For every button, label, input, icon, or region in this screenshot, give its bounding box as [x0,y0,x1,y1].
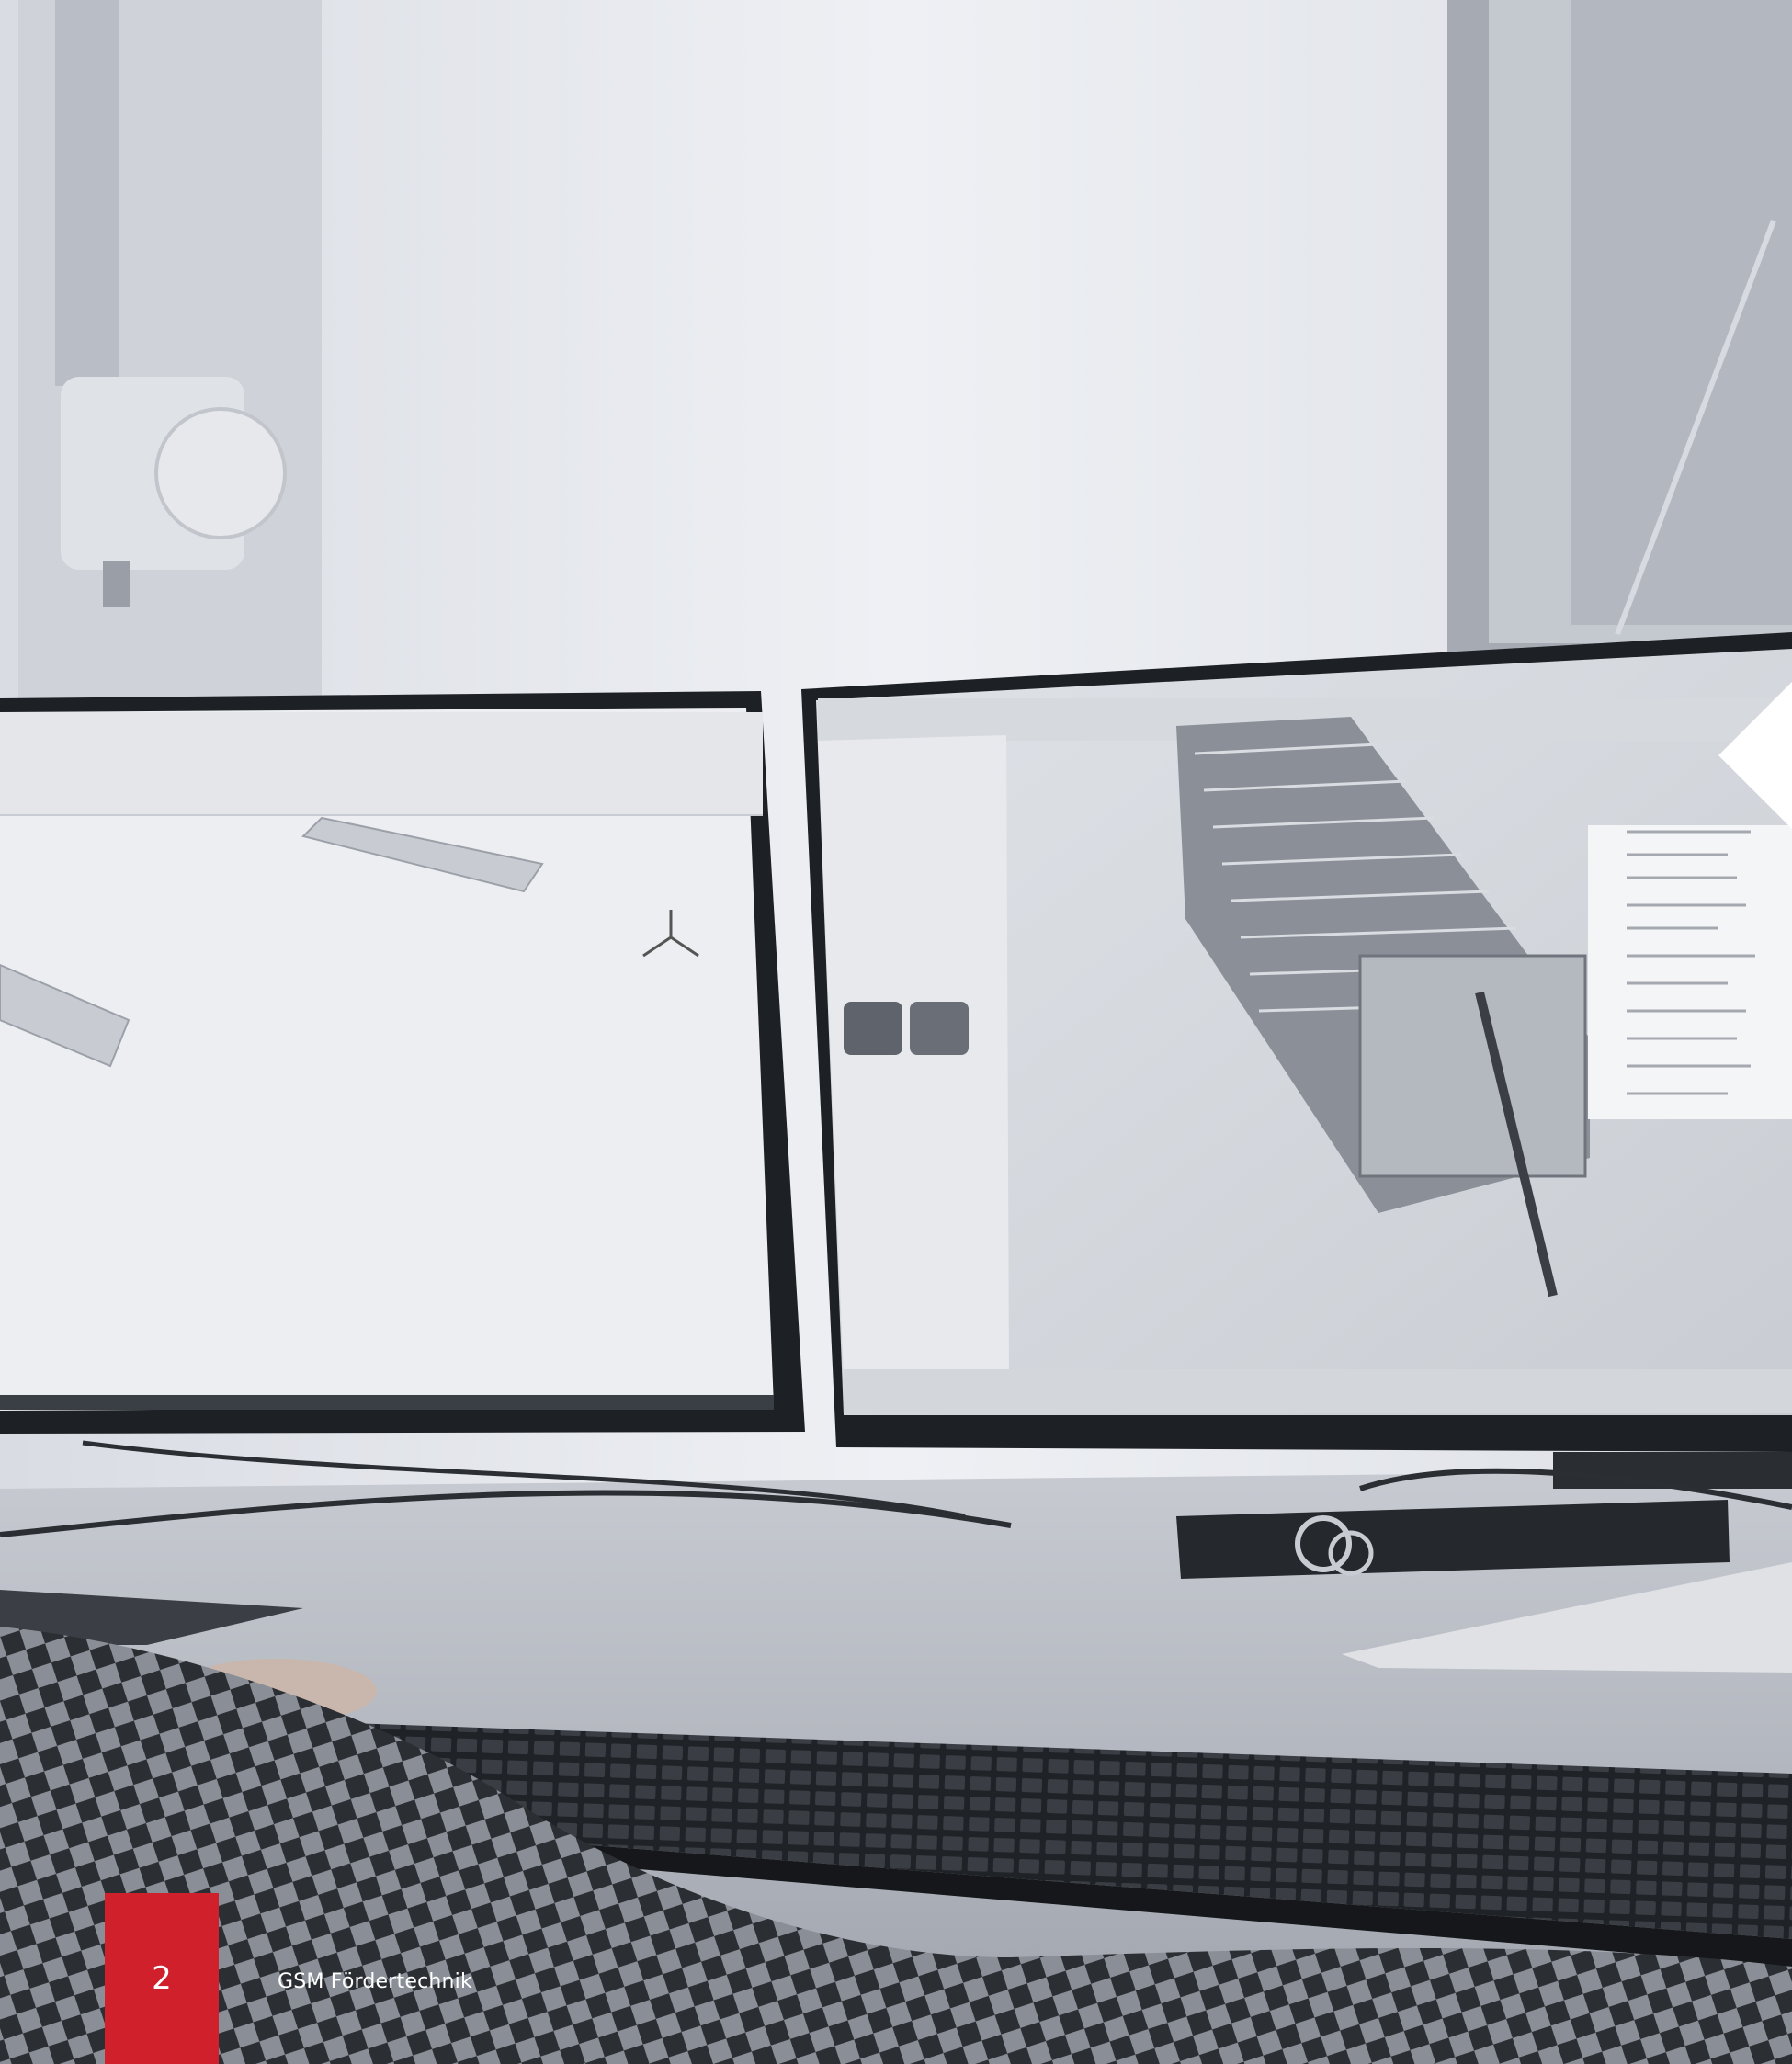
company-name: GSM Fördertechnik [278,1970,472,1993]
left-chevron-icon[interactable] [1718,682,1792,829]
page-number-badge: 2 [105,1893,219,2064]
page-number: 2 [152,1960,172,1997]
background-photo [0,0,1792,2064]
